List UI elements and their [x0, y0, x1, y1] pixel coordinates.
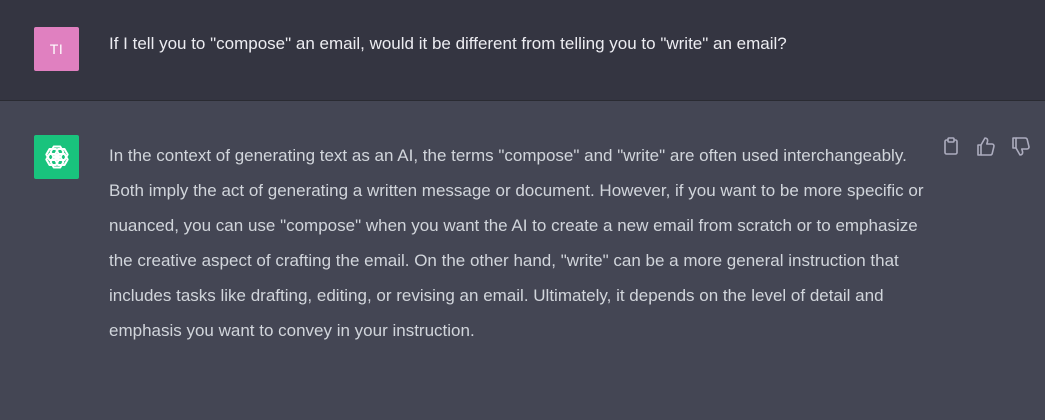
assistant-avatar	[34, 135, 79, 179]
message-actions	[940, 135, 1032, 157]
assistant-message-row: In the context of generating text as an …	[0, 101, 1045, 420]
thumbs-up-button[interactable]	[975, 135, 997, 157]
user-message-row: TI If I tell you to "compose" an email, …	[0, 0, 1045, 101]
user-message-text: If I tell you to "compose" an email, wou…	[109, 34, 787, 53]
copy-button[interactable]	[940, 135, 962, 157]
openai-logo-icon	[44, 145, 69, 169]
user-avatar: TI	[34, 27, 79, 71]
thumbs-down-button[interactable]	[1010, 135, 1032, 157]
thumbs-down-icon	[1012, 136, 1030, 156]
assistant-message-text: In the context of generating text as an …	[109, 146, 924, 340]
thumbs-up-icon	[977, 136, 995, 156]
clipboard-icon	[944, 137, 958, 155]
